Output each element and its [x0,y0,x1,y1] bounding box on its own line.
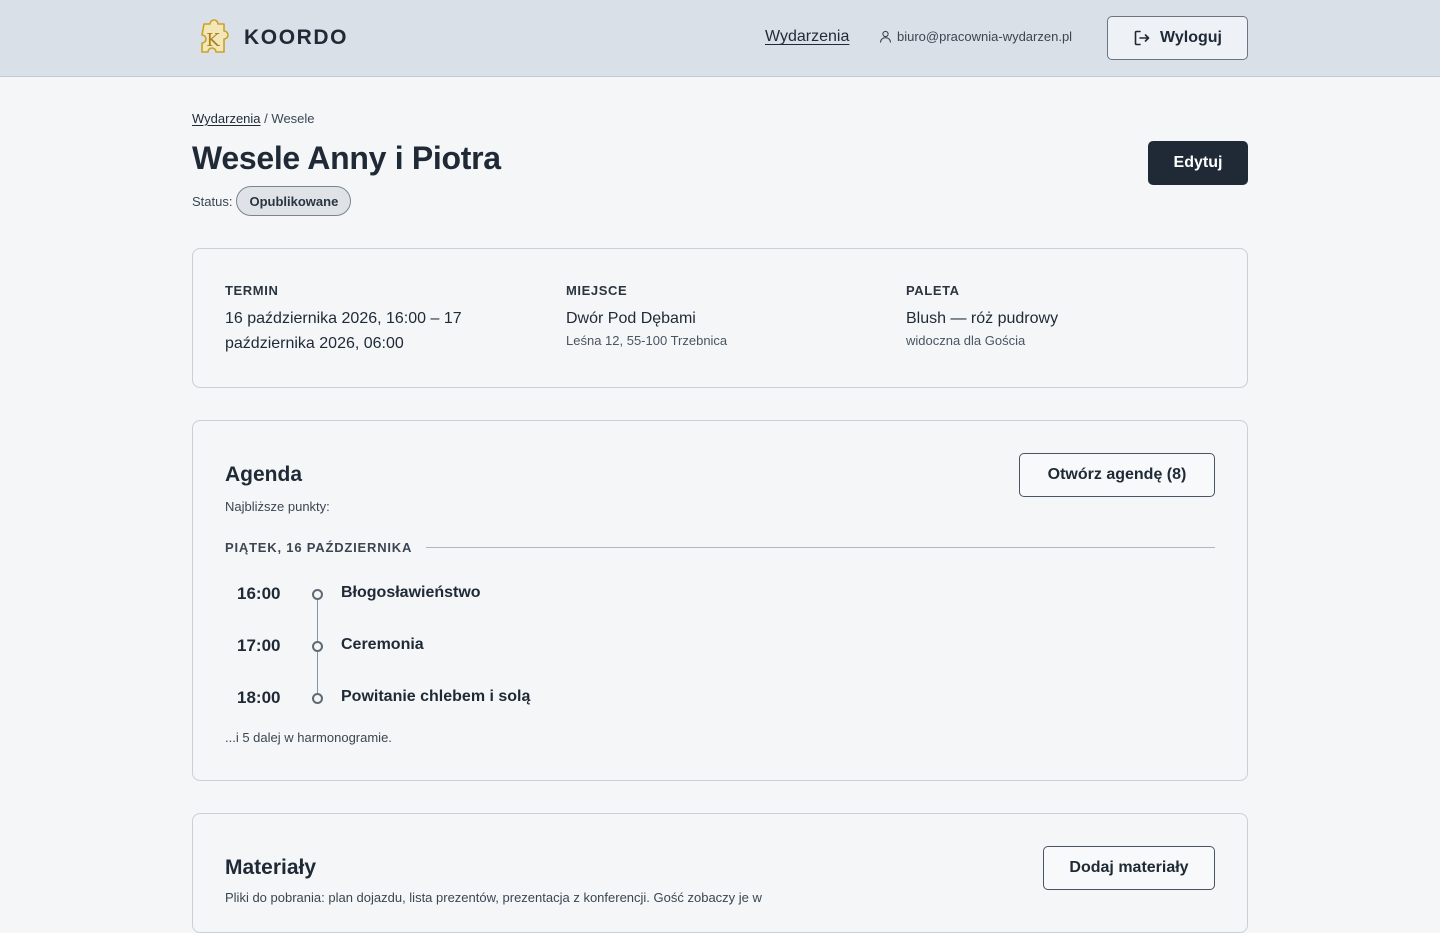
term-label: TERMIN [225,283,279,298]
event-info-card: TERMIN 16 października 2026, 16:00 – 17 … [192,248,1248,388]
agenda-subtitle: Najbliższe punkty: [225,499,330,514]
palette-note: widoczna dla Gościa [906,333,1026,348]
open-agenda-button[interactable]: Otwórz agendę (8) [1019,453,1215,497]
agenda-item[interactable]: 18:00 Powitanie chlebem i solą [225,685,825,713]
brand-name: KOORDO [244,26,349,49]
agenda-card: Agenda Otwórz agendę (8) Najbliższe punk… [192,420,1248,781]
agenda-day-header: PIĄTEK, 16 PAŹDZIERNIKA [225,540,1215,555]
place-address: Leśna 12, 55-100 Trzebnica [566,333,728,348]
agenda-item-title: Błogosławieństwo [341,584,481,601]
agenda-item[interactable]: 16:00 Błogosławieństwo [225,581,825,609]
term-section: TERMIN 16 października 2026, 16:00 – 17 … [225,283,525,356]
place-label: MIEJSCE [566,283,628,298]
materials-description: Pliki do pobrania: plan dojazdu, lista p… [225,890,762,905]
term-value: 16 października 2026, 16:00 – 17 paździe… [225,310,462,352]
materials-card: Materiały Dodaj materiały Pliki do pobra… [192,813,1248,933]
agenda-item-title: Ceremonia [341,636,424,653]
place-section: MIEJSCE Dwór Pod Dębami Leśna 12, 55-100… [566,283,866,348]
agenda-item-title: Powitanie chlebem i solą [341,688,531,705]
timeline-dot [312,693,323,704]
status-badge: Opublikowane [236,186,352,216]
brand[interactable]: K KOORDO [192,16,348,60]
palette-label: PALETA [906,283,960,298]
status-label: Status: [192,193,233,209]
breadcrumb: Wydarzenia / Wesele [192,111,315,126]
agenda-item-time: 17:00 [237,636,281,655]
edit-button[interactable]: Edytuj [1148,141,1248,185]
puzzle-logo-icon: K [201,19,229,53]
agenda-item[interactable]: 17:00 Ceremonia [225,633,825,661]
agenda-item-time: 16:00 [237,584,281,603]
logout-button[interactable]: Wyloguj [1107,16,1248,60]
nav-events-link[interactable]: Wydarzenia [765,28,849,46]
timeline-dot [312,641,323,652]
logo-letter: K [206,30,220,51]
agenda-more-note: ...i 5 dalej w harmonogramie. [225,730,392,745]
user-info: biuro@pracownia-wydarzen.pl [879,29,1072,44]
palette-value: Blush — róż pudrowy [906,310,1059,327]
status-row: Status: Opublikowane [192,186,352,216]
page-title: Wesele Anny i Piotra [192,140,501,176]
user-email: biuro@pracownia-wydarzen.pl [897,29,1073,44]
breadcrumb-root-link[interactable]: Wydarzenia [192,111,261,126]
breadcrumb-current: Wesele [271,111,315,126]
day-divider [426,547,1215,548]
logout-icon [1134,30,1150,46]
materials-title: Materiały [225,856,317,879]
palette-section: PALETA Blush — róż pudrowy widoczna dla … [906,283,1206,348]
agenda-timeline: 16:00 Błogosławieństwo 17:00 Ceremonia 1… [225,581,825,731]
timeline-dot [312,589,323,600]
place-value: Dwór Pod Dębami [566,310,696,327]
breadcrumb-separator: / [264,111,268,126]
logout-label: Wyloguj [1160,29,1222,46]
top-bar: K KOORDO Wydarzenia biuro@pracownia-wyda… [0,0,1440,77]
agenda-item-time: 18:00 [237,688,281,707]
user-icon [879,30,892,43]
add-materials-button[interactable]: Dodaj materiały [1043,846,1215,890]
day-label: PIĄTEK, 16 PAŹDZIERNIKA [225,540,413,555]
agenda-title: Agenda [225,463,303,486]
